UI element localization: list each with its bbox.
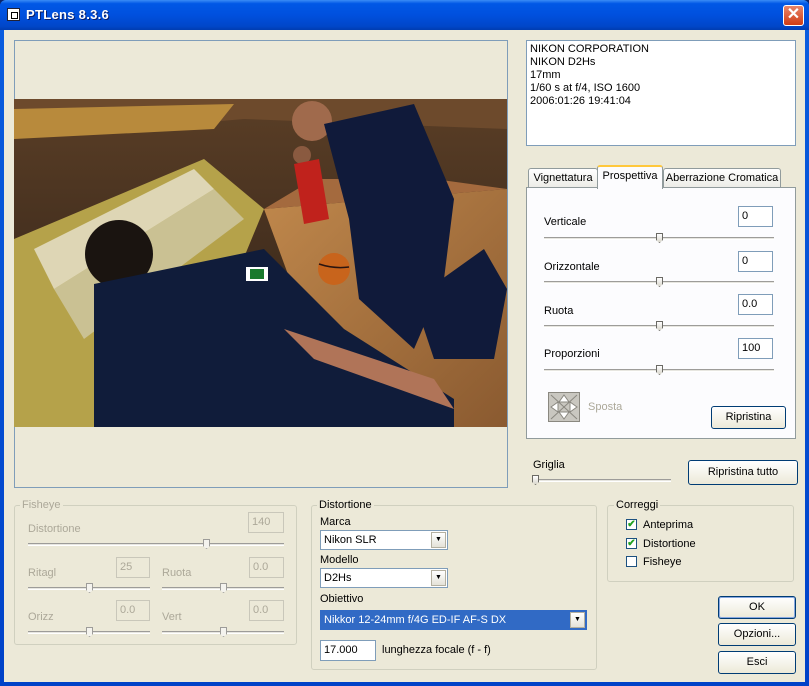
preview-checkbox-label: Anteprima (643, 519, 694, 531)
title-bar[interactable]: PTLens 8.3.6 ✕ (0, 0, 809, 30)
exif-info: NIKON CORPORATION NIKON D2Hs 17mm 1/60 s… (526, 40, 796, 146)
lens-label: Obiettivo (320, 593, 364, 605)
verticale-label: Verticale (544, 216, 587, 228)
fisheye-distortion-slider[interactable] (28, 543, 284, 546)
distortion-checkbox[interactable]: ✔ (626, 538, 637, 549)
correct-group-title: Correggi (614, 499, 661, 511)
close-icon[interactable]: ✕ (783, 5, 804, 26)
window-title: PTLens 8.3.6 (26, 7, 110, 22)
fisheye-distortion-label: Distortione (28, 523, 81, 535)
fisheye-vert-label: Vert (162, 611, 182, 623)
distortion-checkbox-label: Distortione (643, 538, 696, 550)
brand-value: Nikon SLR (324, 534, 377, 546)
exif-line: 2006:01:26 19:41:04 (530, 95, 631, 107)
brand-label: Marca (320, 516, 351, 528)
exit-button[interactable]: Esci (718, 651, 796, 674)
options-button[interactable]: Opzioni... (718, 623, 796, 646)
tab-aberrazione-cromatica[interactable]: Aberrazione Cromatica (663, 168, 781, 188)
ok-button[interactable]: OK (718, 596, 796, 619)
tab-prospettiva[interactable]: Prospettiva (597, 165, 663, 189)
model-value: D2Hs (324, 572, 352, 584)
lens-value: Nikkor 12-24mm f/4G ED-IF AF-S DX (324, 614, 507, 626)
reset-button[interactable]: Ripristina (711, 406, 786, 429)
fisheye-crop-label: Ritagl (28, 567, 57, 579)
app-icon (7, 8, 20, 21)
preview-checkbox[interactable]: ✔ (626, 519, 637, 530)
fisheye-horiz-label: Orizz (28, 611, 54, 623)
fisheye-vert-field[interactable]: 0.0 (249, 600, 284, 621)
exif-line: 1/60 s at f/4, ISO 1600 (530, 82, 641, 94)
focal-length-label: lunghezza focale (f - f) (382, 644, 491, 656)
move-label: Sposta (588, 401, 623, 413)
model-label: Modello (320, 554, 359, 566)
ruota-label: Ruota (544, 305, 574, 317)
focal-length-field[interactable]: 17.000 (320, 640, 376, 661)
proporzioni-label: Proporzioni (544, 348, 600, 360)
proporzioni-field[interactable]: 100 (738, 338, 773, 359)
app-window: PTLens 8.3.6 ✕ NIKON CORPORATION NIKON D… (0, 0, 809, 686)
orizzontale-field[interactable]: 0 (738, 251, 773, 272)
dialog-body: NIKON CORPORATION NIKON D2Hs 17mm 1/60 s… (4, 30, 805, 682)
grid-slider[interactable] (533, 479, 671, 482)
chevron-down-icon[interactable]: ▼ (570, 612, 585, 628)
brand-select[interactable]: Nikon SLR ▼ (320, 530, 448, 550)
fisheye-rotate-field[interactable]: 0.0 (249, 557, 284, 578)
chevron-down-icon[interactable]: ▼ (431, 532, 446, 548)
exif-line: 17mm (530, 69, 561, 81)
ruota-field[interactable]: 0.0 (738, 294, 773, 315)
lens-select[interactable]: Nikkor 12-24mm f/4G ED-IF AF-S DX ▼ (320, 610, 587, 630)
fisheye-rotate-label: Ruota (162, 567, 192, 579)
tab-vignettatura[interactable]: Vignettatura (528, 168, 598, 188)
grid-label: Griglia (533, 459, 565, 471)
exif-line: NIKON D2Hs (530, 56, 596, 68)
move-arrows-icon[interactable] (548, 392, 580, 422)
fisheye-checkbox[interactable] (626, 556, 637, 567)
preview-image[interactable] (14, 99, 507, 427)
fisheye-checkbox-label: Fisheye (643, 556, 682, 568)
fisheye-crop-field[interactable]: 25 (116, 557, 150, 578)
fisheye-distortion-field[interactable]: 140 (248, 512, 284, 533)
distortion-group-title: Distortione (317, 499, 374, 511)
grid-slider-thumb[interactable] (532, 475, 539, 485)
chevron-down-icon[interactable]: ▼ (431, 570, 446, 586)
exif-line: NIKON CORPORATION (530, 43, 649, 55)
reset-all-button[interactable]: Ripristina tutto (688, 460, 798, 485)
verticale-field[interactable]: 0 (738, 206, 773, 227)
fisheye-horiz-field[interactable]: 0.0 (116, 600, 150, 621)
orizzontale-label: Orizzontale (544, 261, 600, 273)
model-select[interactable]: D2Hs ▼ (320, 568, 448, 588)
fisheye-group-title: Fisheye (20, 499, 63, 511)
